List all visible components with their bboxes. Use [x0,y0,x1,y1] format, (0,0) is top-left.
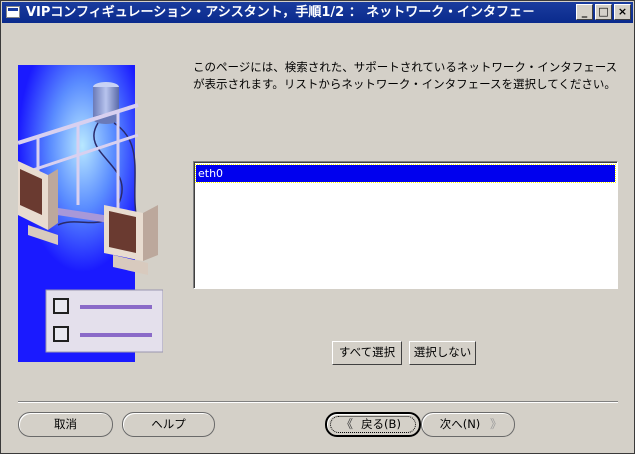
help-label: ヘルプ [151,417,186,431]
instruction-text: このページには、検索された、サポートされているネットワーク・インタフェースが表示… [193,60,618,91]
wizard-window: VIPコンフィギュレーション・アシスタント，手順1/2 ： ネットワーク・インタ… [0,0,635,454]
footer-separator [18,401,618,403]
network-interface-list[interactable]: eth0 [193,161,618,289]
minimize-button[interactable]: _ [576,4,593,20]
select-all-button[interactable]: すべて選択 [332,341,402,365]
next-button[interactable]: 次へ(N) 》 [421,412,515,437]
chevron-right-icon: 》 [489,417,502,431]
network-illustration [18,65,163,362]
chevron-left-icon: 《 [341,417,354,431]
cancel-label: 取消 [54,417,77,431]
deselect-all-button[interactable]: 選択しない [409,341,476,365]
next-label: 次へ(N) [439,417,481,431]
back-label: 戻る(B) [361,417,401,431]
help-button[interactable]: ヘルプ [122,412,215,437]
window-title: VIPコンフィギュレーション・アシスタント，手順1/2 ： ネットワーク・インタ… [26,5,535,20]
list-item-eth0[interactable]: eth0 [195,164,616,183]
back-button[interactable]: 《 戻る(B) [325,412,421,437]
title-bar[interactable]: VIPコンフィギュレーション・アシスタント，手順1/2 ： ネットワーク・インタ… [2,2,633,23]
maximize-button[interactable]: □ [595,4,612,20]
window-icon [6,6,20,18]
cancel-button[interactable]: 取消 [18,412,113,437]
close-button[interactable]: × [614,4,631,20]
